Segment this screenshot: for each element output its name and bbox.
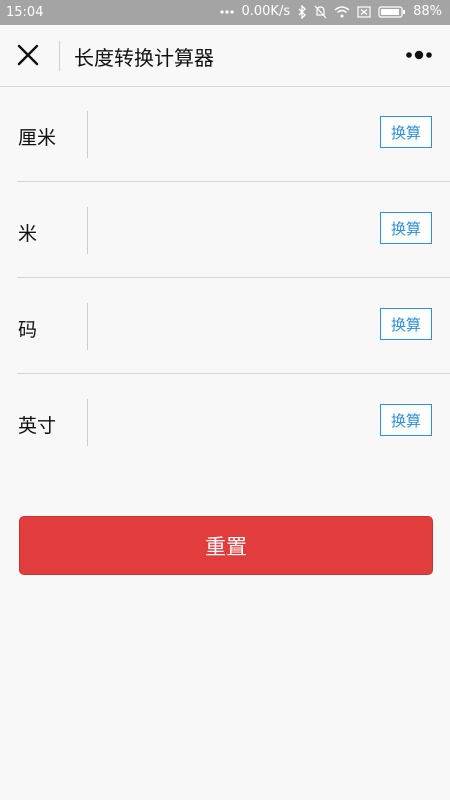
page-title: 长度转换计算器: [74, 46, 214, 70]
convert-button[interactable]: 换算: [380, 212, 432, 244]
status-icons: 0.00K/s 88%: [220, 4, 442, 19]
centimeter-input[interactable]: [96, 114, 370, 156]
row-yard: 码 换算: [0, 278, 450, 374]
convert-button[interactable]: 换算: [380, 404, 432, 436]
battery-icon: [378, 5, 406, 18]
nav-divider: [59, 41, 60, 71]
mute-bell-icon: [314, 5, 327, 19]
more-icon[interactable]: [402, 45, 436, 65]
battery-percent: 88%: [413, 4, 442, 19]
meter-input[interactable]: [96, 210, 370, 252]
unit-label: 码: [18, 319, 38, 341]
inch-input[interactable]: [96, 402, 370, 444]
unit-label: 英寸: [18, 415, 57, 437]
convert-button[interactable]: 换算: [380, 116, 432, 148]
row-meter: 米 换算: [0, 182, 450, 278]
row-inch: 英寸 换算: [0, 374, 450, 470]
app-screen: 15:04 0.00K/s 88% 长度转换计算器 厘米 换算 米 换算 码 换…: [0, 0, 450, 800]
wifi-icon: [334, 5, 350, 18]
unit-label: 米: [18, 223, 38, 245]
network-speed: 0.00K/s: [241, 4, 291, 19]
bluetooth-icon: [297, 4, 307, 19]
row-centimeter: 厘米 换算: [0, 86, 450, 182]
reset-button[interactable]: 重置: [19, 516, 433, 575]
status-time: 15:04: [6, 5, 44, 20]
unit-label: 厘米: [18, 127, 57, 149]
conversion-form: 厘米 换算 米 换算 码 换算 英寸 换算: [0, 86, 450, 470]
row-separator: [87, 111, 88, 158]
status-bar: 15:04 0.00K/s 88%: [0, 0, 450, 25]
close-icon[interactable]: [15, 42, 41, 68]
convert-button[interactable]: 换算: [380, 308, 432, 340]
sim-icon: [357, 5, 371, 18]
yard-input[interactable]: [96, 306, 370, 348]
row-separator: [87, 303, 88, 350]
nav-bar: 长度转换计算器: [0, 25, 450, 87]
row-separator: [87, 399, 88, 446]
row-separator: [87, 207, 88, 254]
dots-icon: [220, 9, 235, 15]
